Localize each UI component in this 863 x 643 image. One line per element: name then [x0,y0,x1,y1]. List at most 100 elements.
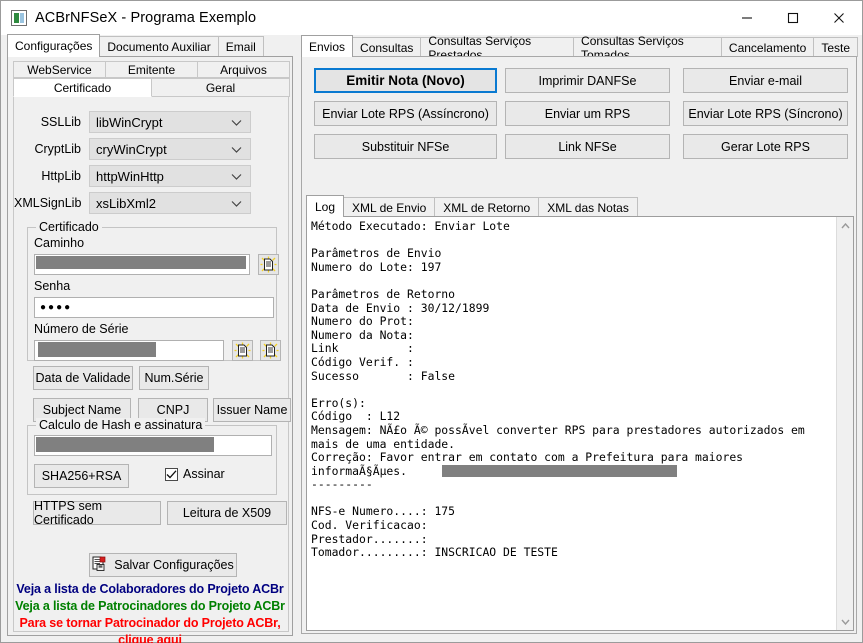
log-tab-bar: Log XML de Envio XML de Retorno XML das … [306,195,854,217]
tab-xml-das-notas[interactable]: XML das Notas [538,197,638,217]
chevron-down-icon [231,169,242,184]
senha-label: Senha [34,279,71,293]
sub-tab-row-bottom: Certificado Geral [13,78,290,97]
httplib-select[interactable]: httpWinHttp [89,165,251,187]
save-button-label: Salvar Configurações [114,558,234,572]
enviar-lote-rps-sincrono-button[interactable]: Enviar Lote RPS (Síncrono) [683,101,848,126]
caminho-redaction [36,256,246,269]
sub-tab-arquivos[interactable]: Arquivos [197,61,290,78]
ssllib-select[interactable]: libWinCrypt [89,111,251,133]
httplib-value: httpWinHttp [96,168,164,184]
numero-serie-select-button[interactable] [260,340,281,361]
cryptlib-value: cryWinCrypt [96,141,167,157]
chevron-down-icon [231,142,242,157]
sha256-rsa-button[interactable]: SHA256+RSA [34,464,129,488]
log-text: Método Executado: Enviar Lote Parâmetros… [311,219,805,560]
application-window: ACBrNFSeX - Programa Exemplo Configuraçõ… [0,0,863,643]
log-scrollbar[interactable] [836,217,853,630]
tab-email[interactable]: Email [217,36,264,57]
https-sem-certificado-button[interactable]: HTTPS sem Certificado [33,499,161,527]
scroll-down-icon[interactable] [837,613,853,630]
ssllib-value: libWinCrypt [96,114,163,130]
xmlsignlib-label: XMLSignLib [14,196,82,210]
httplib-label: HttpLib [41,169,81,183]
hash-group-title: Calculo de Hash e assinatura [36,418,206,432]
numero-serie-label: Número de Série [34,322,129,336]
operations-tab-bar: Envios Consultas Consultas Serviços Pres… [301,34,858,62]
envios-tab-content: Emitir Nota (Novo) Imprimir DANFSe Envia… [301,56,857,634]
assinar-checkbox[interactable]: Assinar [165,467,225,481]
gerar-lote-rps-button[interactable]: Gerar Lote RPS [683,134,848,159]
tab-configuracoes[interactable]: Configurações [7,34,101,57]
maximize-button[interactable] [770,1,816,34]
tab-consultas-servicos-tomados[interactable]: Consultas Serviços Tomados [573,34,722,62]
senha-input[interactable]: ●●●● [34,297,274,318]
chevron-down-icon [231,196,242,211]
configuration-panel: WebService Emitente Arquivos Certificado… [7,56,293,643]
tab-consultas-servicos-prestados[interactable]: Consultas Serviços Prestados [420,34,575,62]
chevron-down-icon [231,115,242,130]
xmlsignlib-select[interactable]: xsLibXml2 [89,192,251,214]
assinar-label: Assinar [183,467,225,481]
close-button[interactable] [816,1,862,34]
tab-documento-auxiliar[interactable]: Documento Auxiliar [99,36,219,57]
checkbox-box [165,467,178,481]
data-validade-button[interactable]: Data de Validade [33,366,133,390]
main-tab-bar: Configurações Documento Auxiliar Email [7,34,293,57]
certificado-tab-content: SSLLib libWinCrypt CryptLib cryWinCrypt [13,96,291,632]
caminho-label: Caminho [34,236,85,250]
ssllib-label: SSLLib [40,115,81,129]
prestador-redaction [442,465,677,477]
httplib-row: HttpLib httpWinHttp [14,165,251,187]
operations-panel: Envios Consultas Consultas Serviços Pres… [298,34,860,636]
numero-serie-browse-button[interactable] [232,340,253,361]
caminho-browse-button[interactable] [258,254,279,275]
enviar-lote-rps-assincrono-button[interactable]: Enviar Lote RPS (Assíncrono) [314,101,497,126]
link-colaboradores[interactable]: Veja a lista de Colaboradores do Projeto… [8,582,292,596]
cryptlib-select[interactable]: cryWinCrypt [89,138,251,160]
tab-cancelamento[interactable]: Cancelamento [720,37,815,57]
issuer-name-button[interactable]: Issuer Name [213,398,291,422]
link-tornar-patrocinador-line1[interactable]: Para se tornar Patrocinador do Projeto A… [8,616,292,630]
tab-xml-de-envio[interactable]: XML de Envio [343,197,436,217]
tab-xml-de-retorno[interactable]: XML de Retorno [434,197,540,217]
senha-value: ●●●● [40,302,73,313]
hash-redaction [36,437,214,452]
ssllib-row: SSLLib libWinCrypt [14,111,251,133]
cryptlib-label: CryptLib [34,142,81,156]
cryptlib-row: CryptLib cryWinCrypt [14,138,251,160]
tab-envios[interactable]: Envios [301,35,354,57]
leitura-x509-button[interactable]: Leitura de X509 [167,501,287,525]
log-output-area[interactable]: Método Executado: Enviar Lote Parâmetros… [306,216,854,631]
sub-tab-emitente[interactable]: Emitente [105,61,198,78]
certificado-group: Certificado Caminho Senha ●●●● Número de… [27,220,281,361]
emitir-nota-button[interactable]: Emitir Nota (Novo) [314,68,497,93]
sub-tab-geral[interactable]: Geral [151,78,290,97]
tab-log[interactable]: Log [306,195,345,217]
substituir-nfse-button[interactable]: Substituir NFSe [314,134,497,159]
sub-tab-certificado[interactable]: Certificado [13,78,152,97]
window-controls [724,1,862,34]
sub-tab-row-top: WebService Emitente Arquivos [13,61,290,78]
enviar-um-rps-button[interactable]: Enviar um RPS [505,101,670,126]
link-patrocinadores[interactable]: Veja a lista de Patrocinadores do Projet… [8,599,292,613]
imprimir-danfse-button[interactable]: Imprimir DANFSe [505,68,670,93]
tab-consultas[interactable]: Consultas [352,37,422,57]
save-icon [92,556,108,574]
num-serie-button[interactable]: Num.Série [139,366,209,390]
link-nfse-button[interactable]: Link NFSe [505,134,670,159]
hash-group: Calculo de Hash e assinatura SHA256+RSA … [27,418,277,495]
link-tornar-patrocinador-line2[interactable]: clique aqui [8,633,292,643]
xmlsignlib-value: xsLibXml2 [96,195,156,211]
tab-teste[interactable]: Teste [813,37,858,57]
xmlsignlib-row: XMLSignLib xsLibXml2 [14,192,251,214]
title-bar: ACBrNFSeX - Programa Exemplo [1,1,862,35]
salvar-configuracoes-button[interactable]: Salvar Configurações [89,553,237,577]
numero-serie-redaction [38,342,156,357]
minimize-button[interactable] [724,1,770,34]
scroll-up-icon[interactable] [837,217,853,234]
sub-tab-webservice[interactable]: WebService [13,61,106,78]
enviar-email-button[interactable]: Enviar e-mail [683,68,848,93]
certificado-group-title: Certificado [36,220,102,234]
window-title: ACBrNFSeX - Programa Exemplo [35,10,257,26]
